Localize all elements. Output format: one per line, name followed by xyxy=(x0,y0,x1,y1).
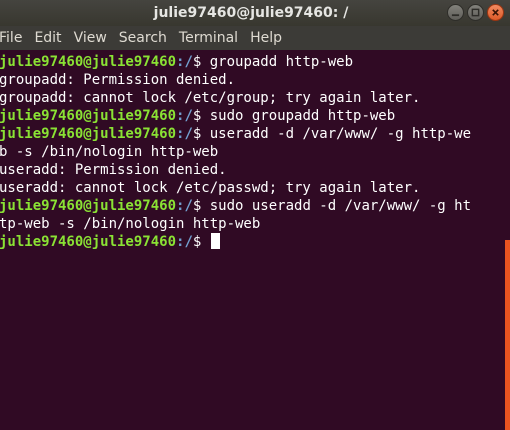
command-text: sudo useradd -d /var/www/ -g ht xyxy=(209,198,472,214)
menu-search[interactable]: Search xyxy=(113,26,173,50)
prompt-path: :/ xyxy=(176,234,193,250)
prompt-symbol: $ xyxy=(192,234,210,250)
prompt-symbol: $ xyxy=(192,126,210,142)
prompt-symbol: $ xyxy=(192,54,210,70)
close-button[interactable] xyxy=(487,4,504,21)
terminal-output: julie97460@julie97460:/$ groupadd http-w… xyxy=(0,53,471,251)
prompt-user-host: julie97460@julie97460 xyxy=(0,234,177,250)
menu-bar: File Edit View Search Terminal Help xyxy=(0,26,510,50)
menu-terminal[interactable]: Terminal xyxy=(173,26,244,50)
prompt-user-host: julie97460@julie97460 xyxy=(0,54,177,70)
prompt-line: julie97460@julie97460:/$ sudo useradd -d… xyxy=(0,197,471,215)
maximize-icon xyxy=(471,8,480,17)
prompt-symbol: $ xyxy=(192,108,210,124)
output-line: groupadd: cannot lock /etc/group; try ag… xyxy=(0,90,421,106)
prompt-path: :/ xyxy=(176,126,193,142)
prompt-symbol: $ xyxy=(192,198,210,214)
close-icon xyxy=(492,9,499,16)
menu-help[interactable]: Help xyxy=(244,26,288,50)
prompt-user-host: julie97460@julie97460 xyxy=(0,198,177,214)
window-controls xyxy=(447,4,504,22)
output-line: b -s /bin/nologin http-web xyxy=(0,144,219,160)
prompt-line: julie97460@julie97460:/$ useradd -d /var… xyxy=(0,125,471,143)
prompt-line: julie97460@julie97460:/$ sudo groupadd h… xyxy=(0,107,471,125)
prompt-user-host: julie97460@julie97460 xyxy=(0,126,177,142)
menu-view[interactable]: View xyxy=(68,26,113,50)
menu-edit[interactable]: Edit xyxy=(28,26,67,50)
command-text: useradd -d /var/www/ -g http-we xyxy=(209,126,472,142)
prompt-path: :/ xyxy=(176,198,193,214)
output-line: useradd: cannot lock /etc/passwd; try ag… xyxy=(0,180,421,196)
prompt-user-host: julie97460@julie97460 xyxy=(0,108,177,124)
maximize-button[interactable] xyxy=(467,4,484,21)
output-line: groupadd: Permission denied. xyxy=(0,72,236,88)
minimize-icon xyxy=(451,14,460,17)
output-line: useradd: Permission denied. xyxy=(0,162,227,178)
title-bar[interactable]: julie97460@julie97460: / xyxy=(0,0,510,26)
prompt-line: julie97460@julie97460:/$ groupadd http-w… xyxy=(0,53,471,71)
window-title: julie97460@julie97460: / xyxy=(153,5,349,21)
command-text: sudo groupadd http-web xyxy=(209,108,396,124)
prompt-line: julie97460@julie97460:/$ xyxy=(0,233,471,251)
output-line: tp-web -s /bin/nologin http-web xyxy=(0,216,261,232)
scrollbar-thumb[interactable] xyxy=(505,240,510,430)
command-text: groupadd http-web xyxy=(209,54,354,70)
minimize-button[interactable] xyxy=(447,4,464,21)
menu-file[interactable]: File xyxy=(0,26,28,50)
scrollbar[interactable] xyxy=(505,50,510,430)
prompt-path: :/ xyxy=(176,54,193,70)
prompt-path: :/ xyxy=(176,108,193,124)
terminal-cursor xyxy=(210,233,220,249)
terminal-area[interactable]: julie97460@julie97460:/$ groupadd http-w… xyxy=(0,52,505,430)
